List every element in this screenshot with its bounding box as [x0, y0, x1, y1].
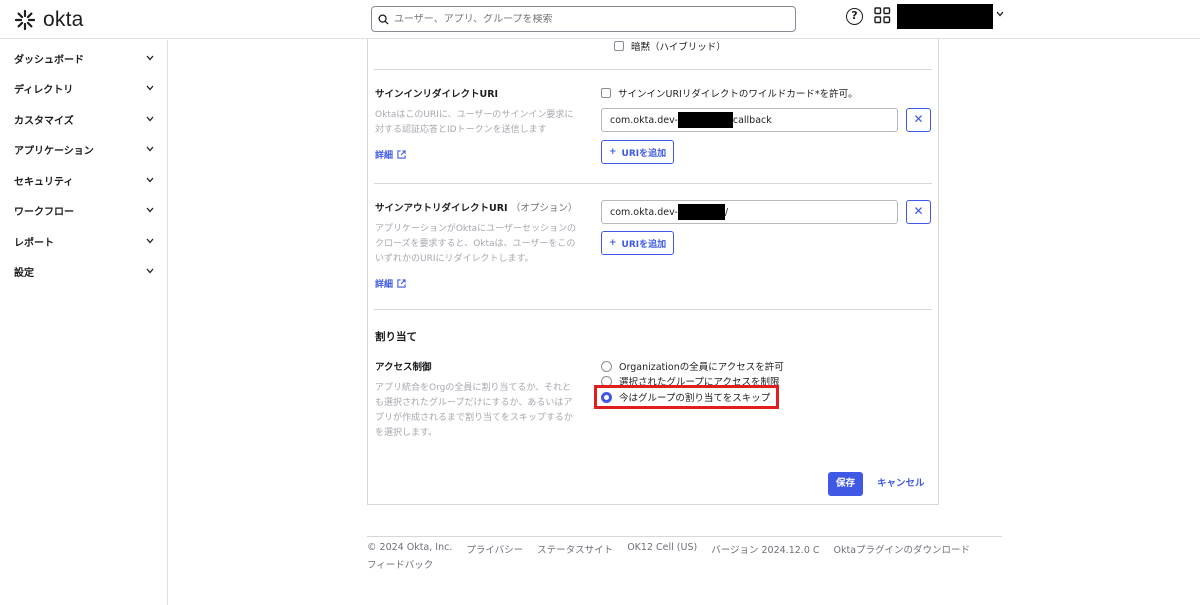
sidebar-item-label: ディレクトリ [14, 84, 74, 96]
sidebar-item-label: セキュリティ [14, 176, 74, 188]
wildcard-checkbox[interactable] [601, 88, 611, 98]
uri-suffix: / [724, 206, 729, 218]
implicit-hybrid-checkbox[interactable] [614, 41, 624, 51]
plugin-download-link[interactable]: Oktaプラグインのダウンロード [834, 542, 971, 556]
signout-redirect-title: サインアウトリダイレクトURI [375, 203, 508, 214]
remove-signout-uri-button[interactable]: ✕ [906, 200, 931, 224]
app-settings-card: 暗黙（ハイブリッド） サインインリダイレクトURI OktaはこのURIに、ユー… [367, 39, 939, 505]
sidebar-item-security[interactable]: セキュリティ [0, 165, 168, 195]
sidebar-item-workflow[interactable]: ワークフロー [0, 195, 168, 225]
sidebar-item-label: アプリケーション [14, 145, 94, 157]
chevron-down-icon [146, 268, 154, 274]
uri-suffix: callback [732, 114, 772, 126]
version-info: バージョン 2024.12.0 C [711, 545, 820, 556]
search-icon [378, 13, 389, 25]
sidebar-item-label: 設定 [14, 267, 34, 279]
footer: © 2024 Okta, Inc. プライバシー ステータスサイト OK12 C… [367, 542, 970, 556]
redacted-value [677, 112, 733, 128]
copyright-text: © 2024 Okta, Inc. [367, 542, 453, 553]
signout-redirect-description: アプリケーションがOktaにユーザーセッションのクローズを要求すると、Oktaは… [375, 224, 576, 264]
cell-info: OK12 Cell (US) [627, 542, 698, 553]
annotation-highlight-box [594, 385, 779, 409]
cancel-button[interactable]: キャンセル [877, 472, 925, 496]
chevron-down-icon [146, 207, 154, 213]
plus-icon: + [609, 238, 617, 248]
signin-details-link[interactable]: 詳細 [375, 148, 406, 161]
divider [374, 309, 932, 310]
signout-uri-input[interactable]: com.okta.dev- / [601, 200, 898, 224]
sidebar-item-settings[interactable]: 設定 [0, 256, 168, 286]
chevron-down-icon [146, 116, 154, 122]
implicit-hybrid-option[interactable]: 暗黙（ハイブリッド） [614, 39, 726, 53]
search-box[interactable] [371, 6, 796, 32]
details-link-label: 詳細 [375, 151, 394, 161]
sidebar-item-applications[interactable]: アプリケーション [0, 134, 168, 164]
divider [374, 69, 932, 70]
sidebar-item-dashboard[interactable]: ダッシュボード [0, 43, 168, 73]
add-signin-uri-button[interactable]: + URIを追加 [601, 140, 675, 164]
okta-logo[interactable]: okta [14, 8, 84, 32]
add-uri-label: URIを追加 [621, 148, 667, 159]
top-bar: okta ? [0, 0, 1200, 39]
search-input[interactable] [394, 13, 774, 25]
wildcard-option[interactable]: サインインURIリダイレクトのワイルドカード*を許可。 [601, 86, 858, 100]
signin-uri-input[interactable]: com.okta.dev- callback [601, 108, 898, 132]
optional-tag: （オプション） [510, 203, 578, 214]
add-signout-uri-button[interactable]: + URIを追加 [601, 231, 675, 255]
user-menu-redacted[interactable] [897, 4, 993, 29]
sidebar-item-customize[interactable]: カスタマイズ [0, 104, 168, 134]
sidebar-item-reports[interactable]: レポート [0, 226, 168, 256]
logo-text: okta [43, 8, 84, 31]
signin-redirect-label: サインインリダイレクトURI [375, 89, 499, 100]
okta-sunburst-icon [14, 9, 36, 31]
uri-prefix: com.okta.dev- [610, 114, 678, 126]
external-link-icon [397, 279, 406, 288]
remove-signin-uri-button[interactable]: ✕ [906, 108, 931, 132]
assignment-section-title: 割り当て [375, 331, 417, 343]
redacted-value [677, 204, 725, 220]
footer-divider [367, 536, 1002, 537]
sidebar-item-label: ワークフロー [14, 206, 74, 218]
signout-redirect-label: サインアウトリダイレクトURI （オプション） [375, 200, 577, 214]
save-button[interactable]: 保存 [828, 472, 863, 496]
apps-grid-icon[interactable] [874, 7, 891, 24]
add-uri-label: URIを追加 [621, 239, 667, 250]
privacy-link[interactable]: プライバシー [466, 542, 523, 556]
help-icon[interactable]: ? [846, 8, 863, 25]
sidebar-item-label: ダッシュボード [14, 54, 84, 66]
sidebar-item-label: カスタマイズ [14, 115, 74, 127]
external-link-icon [397, 150, 406, 159]
chevron-down-icon [146, 146, 154, 152]
radio-allow-everyone[interactable]: Organizationの全員にアクセスを許可 [601, 359, 784, 373]
chevron-down-icon [146, 177, 154, 183]
sidebar-item-directory[interactable]: ディレクトリ [0, 73, 168, 103]
details-link-label: 詳細 [375, 280, 394, 290]
divider [374, 183, 932, 184]
access-control-description: アプリ統合をOrgの全員に割り当てるか、それとも選択されたグループだけにするか、… [375, 383, 573, 438]
status-site-link[interactable]: ステータスサイト [537, 542, 613, 556]
signin-redirect-description: OktaはこのURIに、ユーザーのサインイン要求に対する認証応答とIDトークンを… [375, 110, 574, 135]
wildcard-label: サインインURIリダイレクトのワイルドカード*を許可。 [618, 89, 858, 100]
feedback-link[interactable]: フィードバック [367, 557, 433, 571]
chevron-down-icon[interactable] [996, 11, 1004, 17]
chevron-down-icon [146, 55, 154, 61]
sidebar-item-label: レポート [14, 237, 54, 249]
chevron-down-icon [146, 85, 154, 91]
access-control-label: アクセス制御 [375, 362, 432, 373]
signout-details-link[interactable]: 詳細 [375, 277, 406, 290]
radio-button[interactable] [601, 360, 612, 372]
sidebar: ダッシュボード ディレクトリ カスタマイズ アプリケーション セキュリティ ワー… [0, 40, 168, 605]
plus-icon: + [609, 147, 617, 157]
radio-label: Organizationの全員にアクセスを許可 [619, 362, 784, 373]
implicit-hybrid-label: 暗黙（ハイブリッド） [631, 42, 726, 53]
chevron-down-icon [146, 238, 154, 244]
uri-prefix: com.okta.dev- [610, 206, 678, 218]
